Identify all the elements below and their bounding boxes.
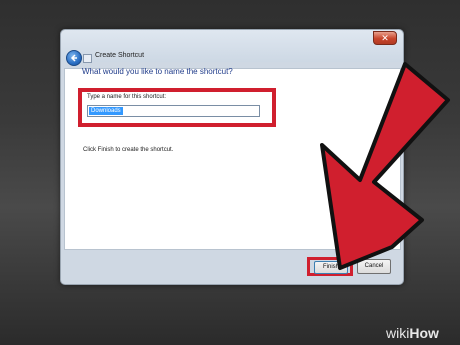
pointer-arrow-icon	[320, 62, 450, 270]
watermark: wikiHow	[386, 325, 439, 341]
